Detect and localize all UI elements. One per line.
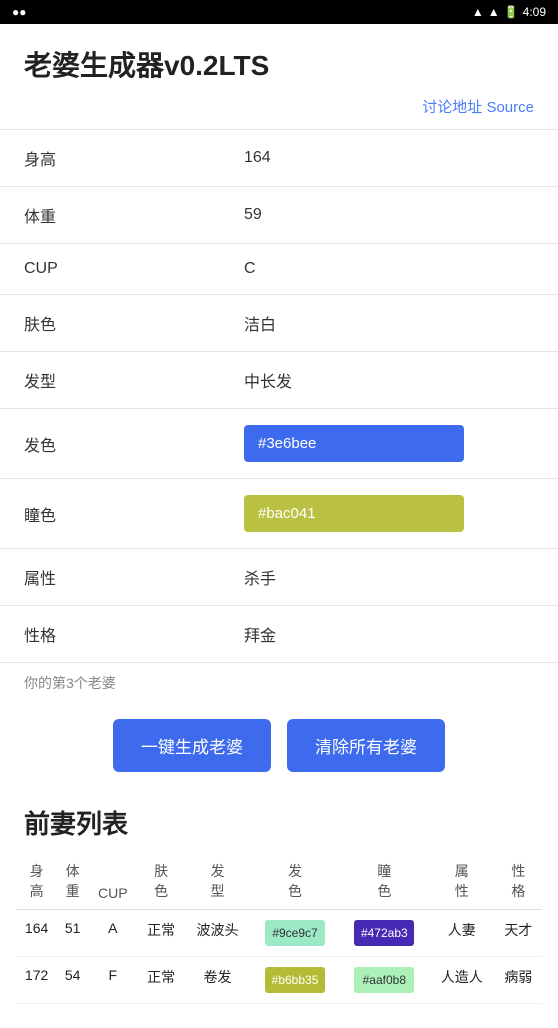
attribute-label: 发型 [0,352,220,409]
ex-table-cell: 人妻 [429,910,495,957]
ex-table-cell: 波波头 [185,910,251,957]
source-link-container: 讨论地址 Source [0,92,558,129]
attribute-row: 发色#3e6bee [0,409,558,479]
ex-table-cell: A [88,910,137,957]
ex-table-cell: 51 [57,910,88,957]
attribute-value: #3e6bee [220,409,558,479]
ex-table-header: 性格 [495,853,542,910]
generate-button[interactable]: 一键生成老婆 [113,719,271,772]
ex-table-cell: 正常 [137,910,184,957]
attribute-value: 拜金 [220,606,558,663]
attribute-row: 身高164 [0,130,558,187]
ex-table-cell: 54 [57,957,88,1004]
ex-table-cell: 164 [16,910,57,957]
ex-table-cell: 172 [16,957,57,1004]
ex-table-header: 体重 [57,853,88,910]
attribute-label: 性格 [0,606,220,663]
ex-table-cell: F [88,957,137,1004]
attribute-label: 发色 [0,409,220,479]
ex-table-row: 16451A正常波波头#9ce9c7#472ab3人妻天才 [16,910,542,957]
ex-table-cell: 人造人 [429,957,495,1004]
source-link[interactable]: 讨论地址 Source [422,99,534,116]
attribute-value: 杀手 [220,549,558,606]
attribute-value: 中长发 [220,352,558,409]
attribute-label: CUP [0,244,220,295]
time-display: 4:09 [523,5,546,19]
attribute-value: 59 [220,187,558,244]
ex-table-cell: 正常 [137,957,184,1004]
ex-table-header: 瞳色 [340,853,429,910]
attribute-value: #bac041 [220,479,558,549]
ex-table-cell: 天才 [495,910,542,957]
ex-table-cell: #aaf0b8 [340,957,429,1004]
ex-table-header: CUP [88,853,137,910]
attribute-row: 发型中长发 [0,352,558,409]
ex-table-header: 属性 [429,853,495,910]
ex-table-cell: #472ab3 [340,910,429,957]
status-bar: ●● ▲ ▲ 🔋 4:09 [0,0,558,24]
wifi-icon: ▲ [472,5,484,19]
attribute-value: 洁白 [220,295,558,352]
ex-table-wrap: 身高体重CUP肤色发型发色瞳色属性性格 16451A正常波波头#9ce9c7#4… [0,853,558,1028]
ex-table-header: 发型 [185,853,251,910]
ex-table-cell: #b6bb35 [250,957,339,1004]
ex-table-cell: #9ce9c7 [250,910,339,957]
attribute-value: C [220,244,558,295]
ex-table-header: 身高 [16,853,57,910]
ex-table-cell: 病弱 [495,957,542,1004]
attribute-row: 体重59 [0,187,558,244]
ex-table-row: 17254F正常卷发#b6bb35#aaf0b8人造人病弱 [16,957,542,1004]
attribute-label: 肤色 [0,295,220,352]
app-title: 老婆生成器v0.2LTS [24,44,534,84]
ex-section-title: 前妻列表 [0,796,558,853]
signal-icon: ▲ [488,5,500,19]
attribute-row: 肤色洁白 [0,295,558,352]
attribute-row: 瞳色#bac041 [0,479,558,549]
ex-table-header: 发色 [250,853,339,910]
attribute-row: 性格拜金 [0,606,558,663]
attributes-table: 身高164体重59CUPC肤色洁白发型中长发发色#3e6bee瞳色#bac041… [0,129,558,663]
app-header: 老婆生成器v0.2LTS [0,24,558,92]
attribute-label: 身高 [0,130,220,187]
attribute-label: 瞳色 [0,479,220,549]
attribute-row: CUPC [0,244,558,295]
status-icons: ▲ ▲ 🔋 4:09 [472,5,546,19]
attribute-label: 属性 [0,549,220,606]
attribute-row: 属性杀手 [0,549,558,606]
attribute-value: 164 [220,130,558,187]
ex-table-cell: 卷发 [185,957,251,1004]
attribute-label: 体重 [0,187,220,244]
button-row: 一键生成老婆 清除所有老婆 [0,703,558,796]
battery-icon: 🔋 [504,5,519,19]
ex-table: 身高体重CUP肤色发型发色瞳色属性性格 16451A正常波波头#9ce9c7#4… [16,853,542,1004]
wife-count: 你的第3个老婆 [0,663,558,703]
ex-table-header: 肤色 [137,853,184,910]
status-dots: ●● [12,5,27,19]
clear-button[interactable]: 清除所有老婆 [287,719,445,772]
